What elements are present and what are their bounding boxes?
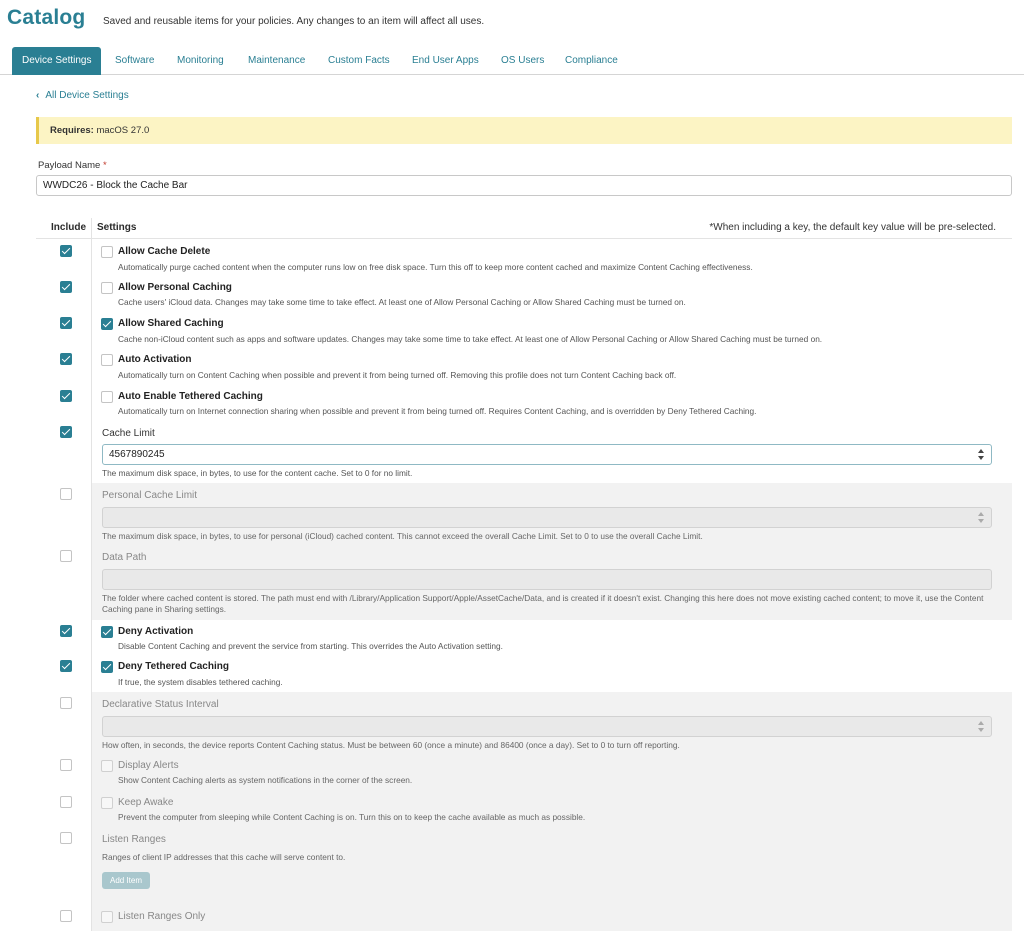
requires-label: Requires: bbox=[50, 125, 94, 136]
personal-cache-limit-description: The maximum disk space, in bytes, to use… bbox=[102, 531, 703, 541]
cache-limit-label: Cache Limit bbox=[102, 428, 155, 439]
tab-monitoring[interactable]: Monitoring bbox=[177, 47, 224, 74]
tab-bar: Device Settings Software Monitoring Main… bbox=[0, 47, 1024, 75]
include-checkbox-listen-ranges-only[interactable] bbox=[60, 910, 72, 922]
data-path-input bbox=[102, 569, 992, 590]
allow-cache-delete-checkbox[interactable] bbox=[101, 246, 113, 258]
auto-activation-checkbox[interactable] bbox=[101, 354, 113, 366]
tab-device-settings[interactable]: Device Settings bbox=[12, 47, 102, 75]
allow-shared-caching-description: Cache non-iCloud content such as apps an… bbox=[118, 334, 823, 344]
include-checkbox-allow-personal-caching[interactable] bbox=[60, 281, 72, 293]
auto-enable-tethered-caching-label: Auto Enable Tethered Caching bbox=[118, 391, 263, 402]
cache-limit-input[interactable]: 4567890245 bbox=[102, 444, 992, 465]
auto-enable-tethered-caching-checkbox[interactable] bbox=[101, 391, 113, 403]
requires-banner: Requires: macOS 27.0 bbox=[36, 117, 1012, 144]
display-alerts-label: Display Alerts bbox=[118, 760, 179, 771]
tab-software[interactable]: Software bbox=[115, 47, 154, 74]
listen-ranges-description: Ranges of client IP addresses that this … bbox=[102, 852, 346, 862]
include-checkbox-allow-cache-delete[interactable] bbox=[60, 245, 72, 257]
include-checkbox-declarative-status-interval[interactable] bbox=[60, 697, 72, 709]
include-checkbox-deny-activation[interactable] bbox=[60, 625, 72, 637]
personal-cache-limit-label: Personal Cache Limit bbox=[102, 490, 198, 501]
tab-os-users[interactable]: OS Users bbox=[501, 47, 544, 74]
include-checkbox-listen-ranges[interactable] bbox=[60, 832, 72, 844]
data-path-label: Data Path bbox=[102, 552, 147, 563]
stepper-icon bbox=[978, 721, 985, 732]
header-divider bbox=[36, 238, 1012, 239]
payload-name-input[interactable]: WWDC26 - Block the Cache Bar bbox=[36, 175, 1012, 196]
page-subtitle: Saved and reusable items for your polici… bbox=[103, 16, 485, 27]
display-alerts-checkbox bbox=[101, 760, 113, 772]
allow-shared-caching-checkbox[interactable] bbox=[101, 318, 113, 330]
declarative-status-interval-description: How often, in seconds, the device report… bbox=[102, 740, 680, 750]
deny-tethered-caching-label: Deny Tethered Caching bbox=[118, 661, 229, 672]
allow-shared-caching-label: Allow Shared Caching bbox=[118, 318, 224, 329]
declarative-status-interval-input bbox=[102, 716, 992, 737]
include-checkbox-deny-tethered-caching[interactable] bbox=[60, 660, 72, 672]
deny-activation-label: Deny Activation bbox=[118, 626, 194, 637]
include-checkbox-auto-activation[interactable] bbox=[60, 353, 72, 365]
allow-personal-caching-label: Allow Personal Caching bbox=[118, 282, 232, 293]
back-link-label: All Device Settings bbox=[45, 90, 129, 101]
requires-value: macOS 27.0 bbox=[96, 125, 150, 136]
stepper-icon[interactable] bbox=[978, 449, 985, 460]
listen-ranges-only-label: Listen Ranges Only bbox=[118, 911, 206, 922]
required-mark: * bbox=[102, 160, 107, 171]
deny-activation-description: Disable Content Caching and prevent the … bbox=[118, 641, 503, 651]
deny-tethered-caching-checkbox[interactable] bbox=[101, 661, 113, 673]
declarative-status-interval-label: Declarative Status Interval bbox=[102, 699, 219, 710]
personal-cache-limit-input bbox=[102, 507, 992, 528]
allow-personal-caching-description: Cache users' iCloud data. Changes may ta… bbox=[118, 297, 686, 307]
keep-awake-description: Prevent the computer from sleeping while… bbox=[118, 812, 586, 822]
tab-custom-facts[interactable]: Custom Facts bbox=[328, 47, 390, 74]
listen-ranges-label: Listen Ranges bbox=[102, 834, 166, 845]
include-column-header: Include bbox=[51, 222, 87, 233]
default-key-note: *When including a key, the default key v… bbox=[709, 222, 996, 233]
tab-maintenance[interactable]: Maintenance bbox=[248, 47, 305, 74]
include-checkbox-data-path[interactable] bbox=[60, 550, 72, 562]
payload-name-label: Payload Name * bbox=[38, 160, 107, 171]
add-item-button: Add Item bbox=[102, 872, 150, 889]
auto-activation-description: Automatically turn on Content Caching wh… bbox=[118, 370, 677, 380]
settings-column-header: Settings bbox=[97, 222, 137, 233]
include-checkbox-cache-limit[interactable] bbox=[60, 426, 72, 438]
keep-awake-label: Keep Awake bbox=[118, 797, 174, 808]
auto-enable-tethered-caching-description: Automatically turn on Internet connectio… bbox=[118, 406, 757, 416]
back-link[interactable]: ‹ All Device Settings bbox=[36, 90, 129, 101]
cache-limit-value: 4567890245 bbox=[109, 449, 165, 460]
deny-tethered-caching-description: If true, the system disables tethered ca… bbox=[118, 677, 283, 687]
include-checkbox-auto-enable-tethered-caching[interactable] bbox=[60, 390, 72, 402]
stepper-icon bbox=[978, 512, 985, 523]
tab-compliance[interactable]: Compliance bbox=[565, 47, 618, 74]
auto-activation-label: Auto Activation bbox=[118, 354, 192, 365]
include-checkbox-display-alerts[interactable] bbox=[60, 759, 72, 771]
include-checkbox-keep-awake[interactable] bbox=[60, 796, 72, 808]
include-checkbox-allow-shared-caching[interactable] bbox=[60, 317, 72, 329]
allow-personal-caching-checkbox[interactable] bbox=[101, 282, 113, 294]
page-title: Catalog bbox=[7, 6, 86, 29]
listen-ranges-only-checkbox bbox=[101, 911, 113, 923]
keep-awake-checkbox bbox=[101, 797, 113, 809]
allow-cache-delete-label: Allow Cache Delete bbox=[118, 246, 211, 257]
data-path-description: The folder where cached content is store… bbox=[102, 593, 984, 614]
tab-end-user-apps[interactable]: End User Apps bbox=[412, 47, 479, 74]
page-header: Catalog Saved and reusable items for you… bbox=[0, 0, 1024, 40]
display-alerts-description: Show Content Caching alerts as system no… bbox=[118, 775, 413, 785]
deny-activation-checkbox[interactable] bbox=[101, 626, 113, 638]
include-checkbox-personal-cache-limit[interactable] bbox=[60, 488, 72, 500]
allow-cache-delete-description: Automatically purge cached content when … bbox=[118, 262, 753, 272]
chevron-left-icon: ‹ bbox=[36, 90, 40, 101]
cache-limit-description: The maximum disk space, in bytes, to use… bbox=[102, 468, 413, 478]
